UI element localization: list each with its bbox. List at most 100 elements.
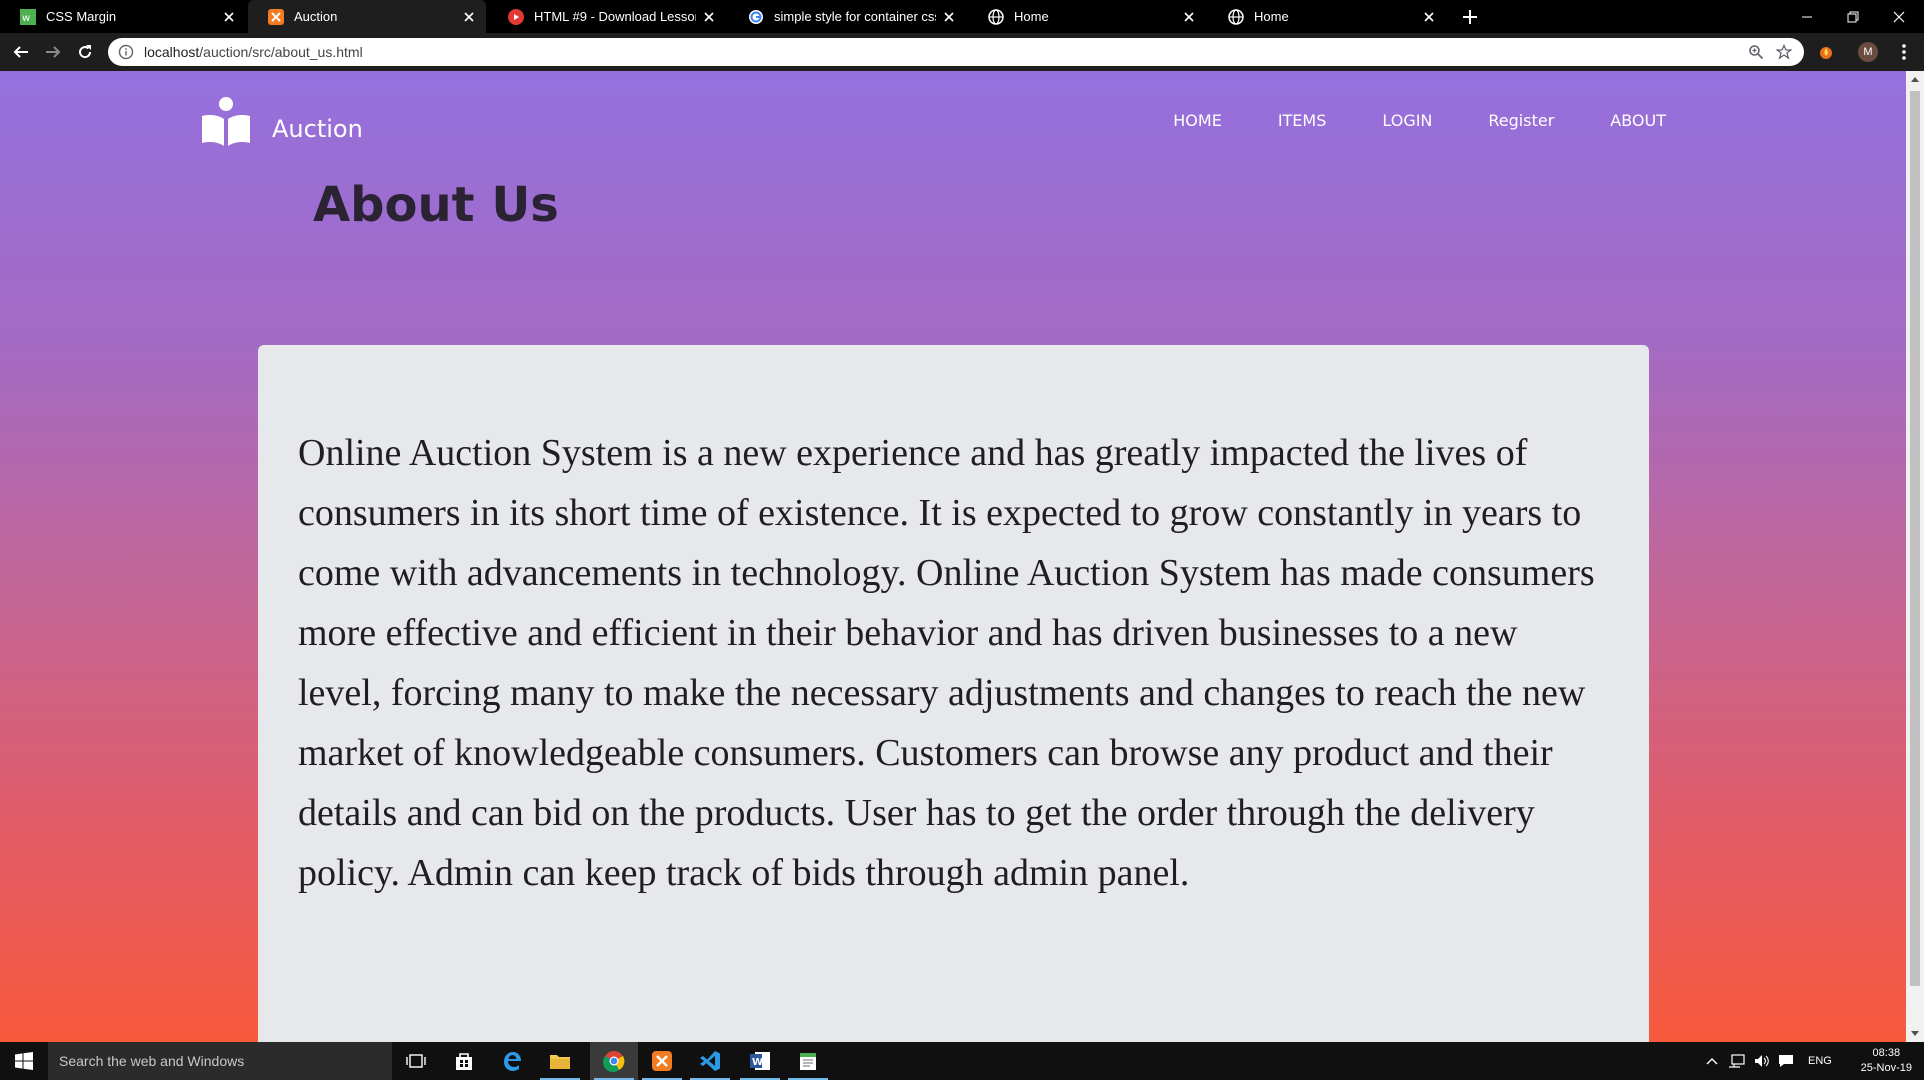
nav-home[interactable]: HOME: [1173, 111, 1222, 130]
close-tab-icon[interactable]: [222, 10, 236, 24]
chrome-icon: [603, 1051, 625, 1072]
taskbar-clock[interactable]: 08:38 25-Nov-19: [1861, 1046, 1912, 1076]
nav-login[interactable]: LOGIN: [1382, 111, 1432, 130]
w3schools-favicon-icon: w: [20, 8, 36, 25]
browser-tab-strip: w CSS Margin Auction HTML #9 - Download …: [0, 0, 1924, 33]
page-scrollbar[interactable]: [1906, 71, 1924, 1042]
scrollbar-thumb[interactable]: [1910, 91, 1920, 986]
taskbar-edge[interactable]: [488, 1042, 536, 1080]
youtube-favicon-icon: [508, 8, 524, 25]
taskbar-file-explorer[interactable]: [536, 1042, 584, 1080]
new-tab-button[interactable]: [1460, 7, 1480, 27]
system-tray: ENG: [1706, 1042, 1832, 1080]
clock-date: 25-Nov-19: [1860, 1062, 1912, 1074]
windows-logo-icon: [15, 1052, 33, 1070]
close-tab-icon[interactable]: [462, 10, 476, 24]
nav-items[interactable]: ITEMS: [1278, 111, 1327, 130]
tab-title: Auction: [294, 9, 338, 24]
volume-icon[interactable]: [1754, 1054, 1770, 1068]
vscode-icon: [700, 1051, 720, 1071]
plus-icon: [1463, 10, 1477, 24]
globe-favicon-icon: [988, 8, 1004, 25]
tab-title: Home: [1254, 9, 1289, 24]
taskbar-store[interactable]: [440, 1042, 488, 1080]
scroll-up-arrow-icon[interactable]: [1911, 77, 1919, 82]
page-title: About Us: [313, 177, 559, 233]
arrow-left-icon: [13, 46, 28, 58]
close-tab-icon[interactable]: [1182, 10, 1196, 24]
browser-toolbar: localhost/auction/src/about_us.html M: [0, 33, 1924, 71]
svg-text:W: W: [752, 1057, 763, 1068]
folder-icon: [550, 1055, 570, 1069]
bookmark-star-icon[interactable]: [1775, 43, 1793, 60]
nav-register[interactable]: Register: [1488, 111, 1554, 130]
taskbar-xampp[interactable]: [638, 1042, 686, 1080]
globe-favicon-icon: [1228, 8, 1244, 25]
close-icon: [1893, 11, 1905, 22]
svg-text:w: w: [22, 13, 30, 24]
main-nav: HOME ITEMS LOGIN Register ABOUT: [1117, 111, 1666, 130]
restore-button[interactable]: [1830, 0, 1876, 33]
tab-title: HTML #9 - Download Lesson Ma: [534, 9, 696, 24]
browser-menu-button[interactable]: [1892, 40, 1916, 64]
book-reader-logo-icon: [202, 97, 250, 146]
taskbar-search-placeholder: Search the web and Windows: [59, 1053, 245, 1069]
task-view-button[interactable]: [392, 1042, 440, 1080]
taskbar-chrome[interactable]: [590, 1042, 638, 1080]
close-tab-icon[interactable]: [1422, 10, 1436, 24]
action-center-icon[interactable]: [1778, 1054, 1794, 1068]
minimize-icon: [1802, 16, 1812, 17]
arrow-right-icon: [46, 46, 61, 58]
edge-browser-icon: [504, 1052, 521, 1071]
store-bag-icon: [456, 1053, 472, 1070]
info-icon[interactable]: [118, 44, 134, 60]
task-view-icon: [406, 1054, 426, 1068]
tab-home-2[interactable]: Home: [1208, 0, 1446, 33]
forward-button[interactable]: [41, 40, 65, 64]
xampp-icon: [652, 1051, 672, 1071]
profile-avatar[interactable]: M: [1856, 40, 1880, 64]
extension-flame-icon: [1820, 47, 1832, 59]
zoom-icon[interactable]: [1748, 44, 1764, 60]
tab-home-1[interactable]: Home: [968, 0, 1206, 33]
start-button[interactable]: [0, 1042, 48, 1080]
taskbar-vscode[interactable]: [686, 1042, 734, 1080]
restore-icon: [1847, 11, 1859, 22]
reload-icon: [79, 45, 92, 59]
tab-auction[interactable]: Auction: [248, 0, 486, 33]
scroll-down-arrow-icon[interactable]: [1911, 1031, 1919, 1036]
network-icon[interactable]: [1728, 1054, 1746, 1068]
site-logo[interactable]: Auction: [200, 96, 363, 148]
tab-css-margin[interactable]: w CSS Margin: [0, 0, 246, 33]
about-card: Online Auction System is a new experienc…: [258, 345, 1649, 1042]
back-button[interactable]: [9, 40, 33, 64]
tab-google-search[interactable]: simple style for container css - G: [728, 0, 966, 33]
notepad-icon: [800, 1053, 816, 1070]
extension-button[interactable]: [1814, 40, 1838, 64]
xampp-favicon-icon: [268, 8, 284, 25]
minimize-button[interactable]: [1784, 0, 1830, 33]
about-description: Online Auction System is a new experienc…: [298, 432, 1595, 894]
tab-title: simple style for container css - G: [774, 9, 936, 24]
close-tab-icon[interactable]: [702, 10, 716, 24]
close-window-button[interactable]: [1876, 0, 1922, 33]
tab-title: Home: [1014, 9, 1049, 24]
profile-initial: M: [1863, 46, 1873, 58]
taskbar-search-box[interactable]: Search the web and Windows: [48, 1042, 392, 1080]
clock-time: 08:38: [1872, 1047, 1901, 1059]
chevron-up-icon[interactable]: [1706, 1056, 1718, 1066]
reload-button[interactable]: [73, 40, 97, 64]
tab-title: CSS Margin: [46, 9, 117, 24]
address-bar[interactable]: localhost/auction/src/about_us.html: [108, 38, 1804, 66]
taskbar-word[interactable]: W: [736, 1042, 784, 1080]
tab-html-lesson[interactable]: HTML #9 - Download Lesson Ma: [488, 0, 726, 33]
nav-about[interactable]: ABOUT: [1610, 111, 1666, 130]
more-vertical-icon: [1902, 44, 1906, 60]
brand-name: Auction: [272, 115, 363, 143]
language-indicator[interactable]: ENG: [1808, 1055, 1832, 1067]
word-document-icon: W: [750, 1052, 770, 1070]
url-text: localhost/auction/src/about_us.html: [144, 44, 363, 60]
close-tab-icon[interactable]: [942, 10, 956, 24]
page-viewport: Auction HOME ITEMS LOGIN Register ABOUT …: [0, 71, 1906, 1042]
taskbar-notepad[interactable]: [784, 1042, 832, 1080]
